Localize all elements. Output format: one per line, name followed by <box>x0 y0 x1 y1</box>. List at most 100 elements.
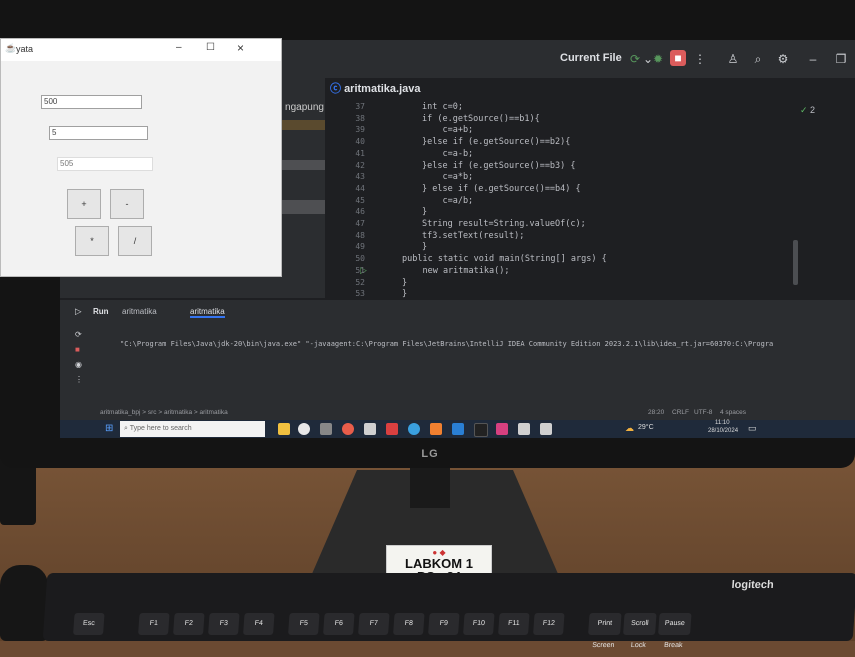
code-line[interactable]: if (e.getSource()==b1){ <box>422 114 540 124</box>
close-icon[interactable]: × <box>237 41 244 55</box>
clock-date[interactable]: 28/10/2024 <box>708 428 738 434</box>
clock-time[interactable]: 11:10 <box>715 420 730 426</box>
divide-button[interactable]: / <box>118 226 152 256</box>
inspection-ok-icon[interactable]: ✓ <box>800 105 808 116</box>
code-line[interactable]: } <box>422 207 427 217</box>
input-field-a[interactable]: 500 <box>41 95 142 109</box>
java-app-icon: ☕ <box>5 43 17 53</box>
line-number: 51 <box>355 265 365 275</box>
intellij-icon[interactable] <box>496 423 508 435</box>
keyboard-key: F11 <box>498 613 530 635</box>
code-line[interactable]: } <box>422 242 427 252</box>
file-encoding[interactable]: UTF-8 <box>694 409 712 416</box>
keyboard-key: F1 <box>138 613 170 635</box>
minimize-icon[interactable]: – <box>176 42 182 53</box>
restore-icon[interactable]: ❐ <box>833 51 849 67</box>
notification-icon[interactable]: ▭ <box>748 423 757 434</box>
line-separator[interactable]: CRLF <box>672 409 689 416</box>
code-line[interactable]: } <box>402 289 407 299</box>
console-output[interactable]: "C:\Program Files\Java\jdk-20\bin\java.e… <box>120 340 773 348</box>
input-field-b[interactable]: 5 <box>49 126 148 140</box>
line-number: 44 <box>355 183 365 193</box>
code-line[interactable]: } else if (e.getSource()==b4) { <box>422 184 581 194</box>
multiply-button[interactable]: * <box>75 226 109 256</box>
code-line[interactable]: } <box>402 278 407 288</box>
code-line[interactable]: c=a/b; <box>422 196 473 206</box>
debug-icon[interactable]: ✹ <box>650 51 666 67</box>
code-line[interactable]: tf3.setText(result); <box>422 231 524 241</box>
search-icon[interactable]: ⌕ <box>750 51 766 67</box>
keyboard-key: F6 <box>323 613 355 635</box>
app-icon[interactable] <box>364 423 376 435</box>
subtract-button[interactable]: - <box>110 189 144 219</box>
keyboard-key: Scroll Lock <box>623 613 657 649</box>
windows-taskbar: ⊞ ⌕ Type here to search ☁ 29°C 11:10 28/… <box>60 420 855 438</box>
settings-icon[interactable]: ⚙ <box>775 51 791 67</box>
run-config-selector[interactable]: Current File <box>560 52 622 64</box>
code-line[interactable]: String result=String.valueOf(c); <box>422 219 586 229</box>
code-line[interactable]: }else if (e.getSource()==b2){ <box>422 137 570 147</box>
keyboard-key: F8 <box>393 613 425 635</box>
rerun-icon[interactable]: ⟳ <box>75 330 87 339</box>
keyboard-key: F5 <box>288 613 320 635</box>
line-number: 37 <box>355 102 365 111</box>
code-line[interactable]: c=a*b; <box>422 172 473 182</box>
line-number: 49 <box>355 242 365 252</box>
line-number: 38 <box>355 113 365 123</box>
windows-start-icon[interactable]: ⊞ <box>105 423 113 434</box>
code-line[interactable]: int c=0; <box>422 102 463 112</box>
add-button[interactable]: + <box>67 189 101 219</box>
keyboard: logitech Esc F1 F2 F3 F4 F5 F6 F7 F8 F9 F10 F11 F12 P… <box>42 573 855 649</box>
monitor-stand-neck <box>410 468 450 508</box>
run-tab-1[interactable]: aritmatika <box>122 307 157 316</box>
more-icon[interactable]: ⋮ <box>692 51 708 67</box>
caret-position[interactable]: 28:20 <box>648 409 664 416</box>
code-line[interactable]: c=a-b; <box>422 149 473 159</box>
weather-icon[interactable]: ☁ <box>625 423 634 434</box>
stop-icon[interactable]: ■ <box>75 345 87 354</box>
chrome-icon[interactable] <box>298 423 310 435</box>
more-icon[interactable]: ⋮ <box>75 375 87 384</box>
code-line[interactable]: new aritmatika(); <box>402 266 509 276</box>
breadcrumb[interactable]: aritmatika_bpj > src > aritmatika > arit… <box>100 409 228 416</box>
run-tab-2[interactable]: aritmatika <box>190 307 225 318</box>
vscode-icon[interactable] <box>452 423 464 435</box>
add-user-icon[interactable]: ♙ <box>725 51 741 67</box>
minimize-icon[interactable]: – <box>805 51 821 67</box>
app-icon[interactable] <box>320 423 332 435</box>
run-toolbar: ⟳ ■ ◉ ⋮ <box>75 330 87 410</box>
indent-setting[interactable]: 4 spaces <box>720 409 746 416</box>
keyboard-key: F3 <box>208 613 240 635</box>
camera-icon[interactable]: ◉ <box>75 360 87 369</box>
app-icon[interactable] <box>430 423 442 435</box>
line-number: 42 <box>355 160 365 170</box>
file-explorer-icon[interactable] <box>278 423 290 435</box>
code-line[interactable]: }else if (e.getSource()==b3) { <box>422 161 576 171</box>
run-icon[interactable]: ▷ <box>75 306 82 317</box>
stop-icon[interactable]: ■ <box>670 50 686 66</box>
app-icon[interactable] <box>474 423 488 437</box>
taskbar-search-box[interactable]: ⌕ Type here to search <box>120 421 265 437</box>
run-panel-title: Run <box>93 307 109 316</box>
code-line[interactable]: public static void main(String[] args) { <box>402 254 607 264</box>
app-icon[interactable] <box>342 423 354 435</box>
result-field[interactable]: 505 <box>57 157 153 171</box>
line-number: 53 <box>355 289 365 299</box>
tab-aritmatika-java[interactable]: ⓒ aritmatika.java × <box>330 78 425 117</box>
keyboard-key: F9 <box>428 613 460 635</box>
app-icon[interactable] <box>386 423 398 435</box>
maximize-icon[interactable]: ☐ <box>206 42 215 53</box>
run-tool-window: ▷ Run aritmatika aritmatika ⟳ ■ ◉ ⋮ <box>60 300 855 420</box>
editor-scrollbar[interactable] <box>793 240 798 285</box>
app-icon[interactable] <box>540 423 552 435</box>
search-placeholder: Type here to search <box>129 425 192 432</box>
keyboard-key: F2 <box>173 613 205 635</box>
app-icon[interactable] <box>518 423 530 435</box>
keyboard-key: Esc <box>73 613 105 635</box>
rerun-icon[interactable]: ⟳ <box>627 51 643 67</box>
status-bar: aritmatika_bpj > src > aritmatika > arit… <box>60 407 855 419</box>
keyboard-key: F10 <box>463 613 495 635</box>
edge-icon[interactable] <box>408 423 420 435</box>
code-line[interactable]: c=a+b; <box>422 125 473 135</box>
weather-temp[interactable]: 29°C <box>638 424 654 431</box>
